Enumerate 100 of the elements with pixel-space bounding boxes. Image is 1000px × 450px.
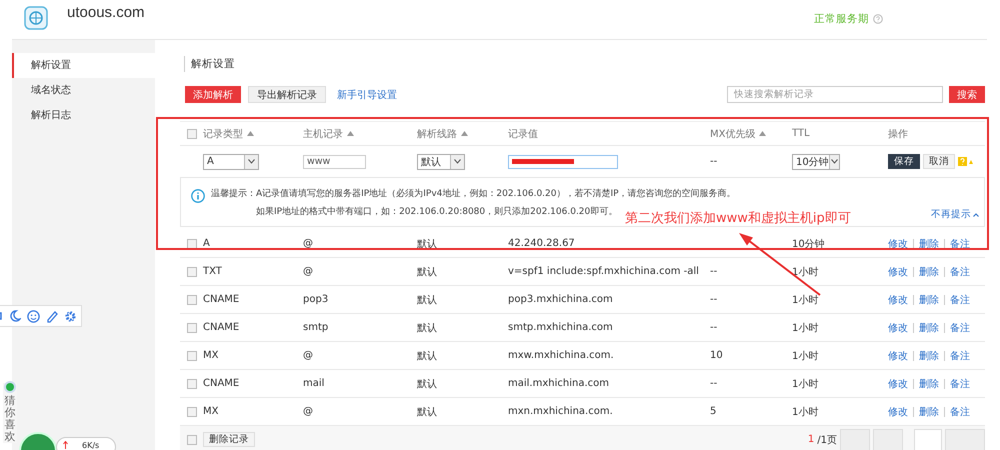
table-cell: -- [710, 294, 718, 305]
action-link[interactable]: 备注 [950, 236, 970, 250]
checkbox[interactable] [187, 406, 197, 416]
action-link[interactable]: 备注 [950, 320, 970, 334]
action-link[interactable]: 备注 [950, 404, 970, 418]
checkbox[interactable] [187, 378, 197, 388]
table-cell: CNAME [203, 378, 240, 389]
action-link[interactable]: 修改 [888, 292, 908, 306]
page-field[interactable] [914, 428, 942, 450]
table-cell: CNAME [203, 294, 240, 305]
action-link[interactable]: 修改 [888, 264, 908, 278]
table-cell: mxn.mxhichina.com. [508, 406, 613, 417]
redaction-mark [512, 159, 574, 164]
value-field[interactable] [508, 154, 618, 168]
sidebar-item[interactable]: 域名状态 [12, 78, 155, 103]
action-link[interactable]: 删除 [919, 376, 939, 390]
table-cell: CNAME [203, 322, 240, 333]
table-cell: A [203, 238, 210, 249]
checkbox[interactable] [187, 294, 197, 304]
save-button[interactable]: 保存 [888, 154, 920, 169]
action-link[interactable]: 备注 [950, 264, 970, 278]
sidebar-item[interactable]: 解析设置 [12, 53, 155, 78]
delete-records-button[interactable]: 删除记录 [203, 432, 255, 447]
table-cell: 5 [710, 406, 716, 417]
table-cell: -- [710, 378, 718, 389]
table-cell-text: 默认 [417, 266, 437, 278]
smiley-icon[interactable] [27, 310, 40, 322]
next-page-button[interactable] [873, 428, 903, 450]
table-cell: smtp [303, 322, 328, 333]
caret-icon [828, 154, 839, 168]
cancel-button[interactable]: 取消 [923, 154, 955, 169]
table-cell: pop3.mxhichina.com [508, 294, 613, 305]
action-link[interactable]: 修改 [888, 320, 908, 334]
table-cell: pop3 [303, 294, 328, 305]
logo-icon [24, 6, 48, 30]
action-link[interactable]: 删除 [919, 348, 939, 362]
previous-page-button[interactable] [840, 428, 870, 450]
guide-link[interactable]: 新手引导设置 [337, 88, 397, 102]
search-button[interactable]: 搜索 [949, 86, 985, 103]
checkbox[interactable] [187, 128, 197, 138]
action-link[interactable]: 备注 [950, 292, 970, 306]
host-field[interactable]: www [303, 154, 366, 168]
column-header: 操作 [888, 128, 908, 140]
table-cell-text: 1小时 [792, 322, 818, 334]
column-header: 记录值 [508, 128, 538, 140]
table-cell-text: 1小时 [792, 378, 818, 390]
column-header[interactable]: 记录类型 [203, 126, 254, 140]
table-cell: MX [203, 350, 218, 361]
column-header: TTL [792, 128, 810, 139]
line-select[interactable]: 默认 [417, 154, 465, 170]
column-header[interactable]: MX优先级 [710, 126, 766, 140]
jump-button[interactable] [945, 428, 985, 450]
table-cell: v=spf1 include:spf.mxhichina.com -all [508, 266, 699, 277]
action-link[interactable]: 删除 [919, 264, 939, 278]
action-link[interactable]: 删除 [919, 320, 939, 334]
checkbox[interactable] [187, 434, 197, 444]
table-cell-text: 默认 [417, 406, 437, 418]
table-cell: 10 [710, 350, 723, 361]
action-link[interactable]: 删除 [919, 404, 939, 418]
table-cell: @ [303, 238, 313, 249]
action-link[interactable]: 删除 [919, 236, 939, 250]
caret-icon [450, 154, 464, 168]
mx-cell: -- [710, 156, 718, 167]
table-cell-text: 默认 [417, 378, 437, 390]
settings-icon[interactable] [64, 310, 77, 322]
help-icon[interactable] [958, 157, 974, 166]
column-header[interactable]: 解析线路 [417, 126, 468, 140]
search-field[interactable]: 快速搜索解析记录 [727, 86, 943, 103]
action-link[interactable]: 修改 [888, 376, 908, 390]
table-cell-text: 默认 [417, 350, 437, 362]
action-link[interactable]: 删除 [919, 292, 939, 306]
record-type-select[interactable]: A [203, 154, 259, 170]
info-icon [191, 189, 205, 203]
table-cell-text: 1小时 [792, 350, 818, 362]
ttl-select[interactable]: 10分钟 [792, 154, 840, 170]
sort-icon [461, 131, 468, 136]
service-status: 正常服务期 [814, 12, 869, 26]
column-header[interactable]: 主机记录 [303, 126, 354, 140]
dismiss-link[interactable]: 不再提示 [931, 208, 979, 221]
checkbox[interactable] [187, 350, 197, 360]
add-record-button[interactable]: 添加解析 [185, 86, 241, 103]
action-link[interactable]: 修改 [888, 404, 908, 418]
checkbox[interactable] [187, 238, 197, 248]
export-button[interactable]: 导出解析记录 [248, 86, 326, 103]
table-cell: mail [303, 378, 324, 389]
checkbox[interactable] [187, 266, 197, 276]
sort-icon [247, 131, 254, 136]
table-cell-text: 1小时 [792, 294, 818, 306]
table-cell: -- [710, 322, 718, 333]
action-link[interactable]: 备注 [950, 376, 970, 390]
action-link[interactable]: 修改 [888, 348, 908, 362]
pencil-icon[interactable] [46, 310, 58, 322]
checkbox[interactable] [187, 322, 197, 332]
help-icon[interactable] [873, 14, 883, 24]
action-link[interactable]: 修改 [888, 236, 908, 250]
sidebar-item[interactable]: 解析日志 [12, 103, 155, 128]
table-cell: -- [710, 266, 718, 277]
caret-icon [244, 154, 258, 168]
moon-icon[interactable] [9, 310, 21, 322]
action-link[interactable]: 备注 [950, 348, 970, 362]
